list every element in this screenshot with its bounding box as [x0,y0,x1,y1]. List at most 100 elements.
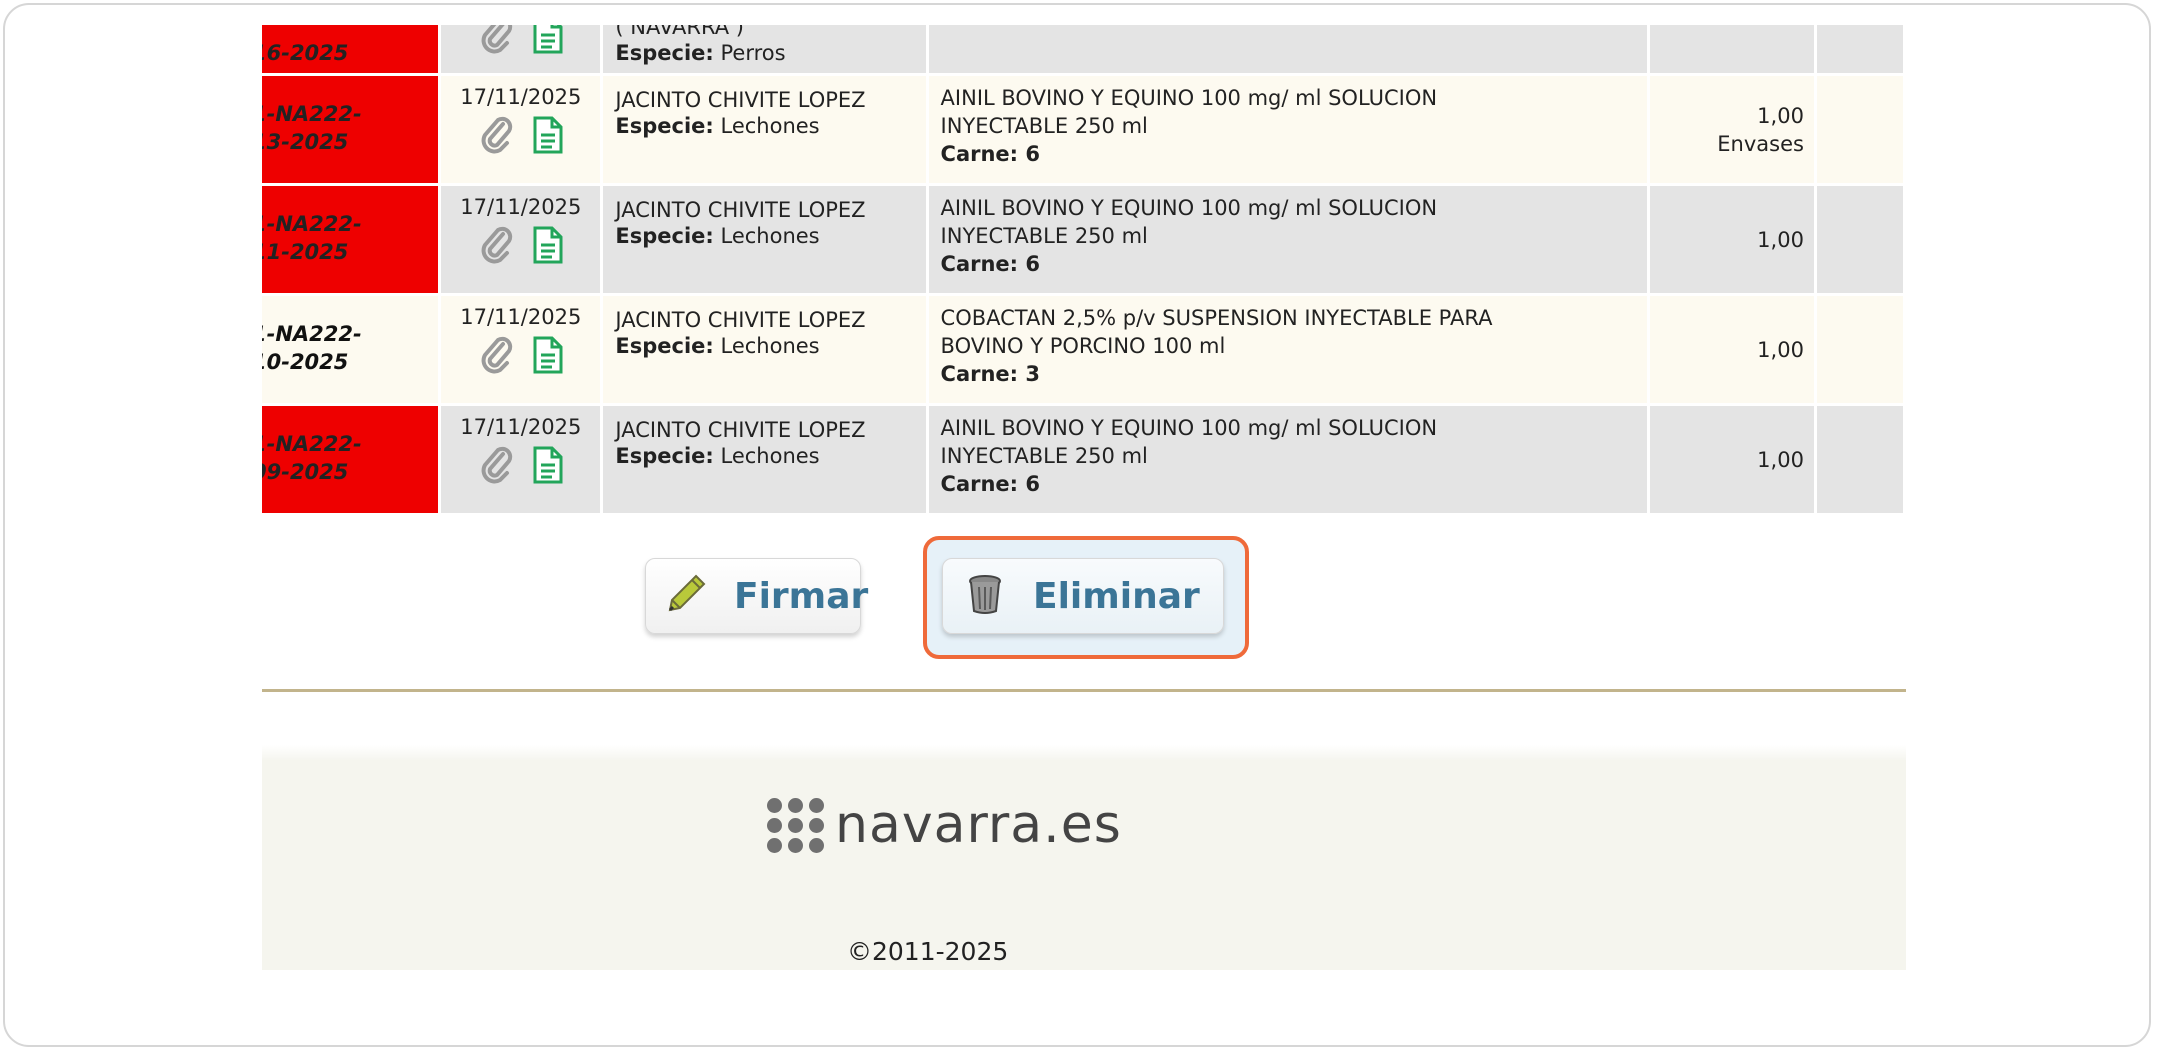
record-id-suffix[interactable]: 13-2025 [262,130,348,154]
owner-name: JACINTO CHIVITE LOPEZ [615,88,866,112]
medication-cell: AINIL BOVINO Y EQUINO 100 mg/ ml SOLUCIO… [928,76,1648,183]
table-row[interactable]: 1-NA222- 11-2025 17/11/2025 JACINTO CHIVI… [262,186,1903,293]
medication-name: AINIL BOVINO Y EQUINO 100 mg/ ml SOLUCIO… [940,86,1438,110]
copyright: ©2011-2025 [847,937,1009,966]
record-id-suffix[interactable]: 11-2025 [262,240,348,264]
record-id-cell[interactable]: 1-NA222- 11-2025 [262,186,439,293]
quantity-unit: Envases [1717,132,1804,156]
quantity-value: 1,00 [1757,104,1804,128]
table-row[interactable]: 1-NA222- 13-2025 17/11/2025 JACINTO CHIVI… [262,76,1903,183]
document-icon[interactable] [532,445,564,485]
record-id[interactable]: 16-2025 [262,25,438,67]
extra-cell [1816,186,1903,293]
medication-cell: COBACTAN 2,5% p/v SUSPENSION INYECTABLE … [928,296,1648,403]
date-cell: 17/11/2025 [441,186,601,293]
logo-text: navarra.es [835,795,1122,855]
owner-cell: JACINTO CHIVITE LOPEZ Especie: Lechones [603,76,926,183]
paperclip-icon[interactable] [478,335,514,375]
species-label: Especie: [615,114,714,138]
medication-name-cont: BOVINO Y PORCINO 100 ml [940,334,1226,358]
quantity-value: 1,00 [1757,338,1804,362]
record-id[interactable]: 1-NA222- [262,212,362,236]
document-icon[interactable] [532,335,564,375]
medication-name-cont: INYECTABLE 250 ml [940,444,1148,468]
footer [262,760,1906,970]
logo-dots-icon [767,797,825,853]
document-icon[interactable] [532,225,564,265]
medication-name: AINIL BOVINO Y EQUINO 100 mg/ ml SOLUCIO… [940,196,1438,220]
date-cell: 17/11/2025 [441,76,601,183]
extra-cell [1816,406,1903,513]
firmar-button-label: Firmar [734,575,869,617]
navarra-logo[interactable]: navarra.es [767,795,1122,855]
owner-name: ( NAVARRA ) [615,25,744,39]
paperclip-icon[interactable] [478,25,514,55]
page-content: 16-2025 ( NAVARRA ) [262,25,1906,970]
footer-fade [262,745,1906,761]
quantity-value: 1,00 [1757,448,1804,472]
quantity-cell: 1,00 [1650,296,1814,403]
pencil-icon [664,572,708,620]
quantity-cell: 1,00 [1650,186,1814,293]
owner-cell: JACINTO CHIVITE LOPEZ Especie: Lechones [603,406,926,513]
table-row[interactable]: 1-NA222- 10-2025 17/11/2025 JACINTO CHIVI… [262,296,1903,403]
eliminar-button[interactable]: Eliminar [942,558,1224,634]
quantity-cell [1650,25,1814,73]
document-icon[interactable] [532,115,564,155]
species-value: Lechones [720,444,820,468]
paperclip-icon[interactable] [478,115,514,155]
record-id[interactable]: 1-NA222- [262,432,362,456]
quantity-cell: 1,00 Envases [1650,76,1814,183]
medication-cell: AINIL BOVINO Y EQUINO 100 mg/ ml SOLUCIO… [928,406,1648,513]
section-divider [262,689,1906,692]
table-row[interactable]: 16-2025 ( NAVARRA ) [262,25,1903,73]
record-date: 17/11/2025 [460,415,582,439]
date-cell [441,25,601,73]
date-cell: 17/11/2025 [441,406,601,513]
medication-name-cont: INYECTABLE 250 ml [940,224,1148,248]
record-id-cell[interactable]: 1-NA222- 13-2025 [262,76,439,183]
record-id[interactable]: 1-NA222- [262,322,362,346]
species-value: Lechones [720,114,820,138]
trash-icon [967,573,1003,619]
owner-name: JACINTO CHIVITE LOPEZ [615,418,866,442]
paperclip-icon[interactable] [478,225,514,265]
date-cell: 17/11/2025 [441,296,601,403]
medication-name: COBACTAN 2,5% p/v SUSPENSION INYECTABLE … [940,306,1493,330]
species-value: Lechones [720,334,820,358]
species-value: Lechones [720,224,820,248]
firmar-button[interactable]: Firmar [645,558,868,634]
extra-cell [1816,296,1903,403]
extra-cell [1816,76,1903,183]
species-label: Especie: [615,41,714,65]
quantity-value: 1,00 [1757,228,1804,252]
owner-cell: ( NAVARRA ) Especie: Perros [603,25,926,73]
medication-cell: AINIL BOVINO Y EQUINO 100 mg/ ml SOLUCIO… [928,186,1648,293]
carne-withdrawal: Carne: 6 [940,472,1040,496]
medication-cell [928,25,1648,73]
owner-name: JACINTO CHIVITE LOPEZ [615,308,866,332]
carne-withdrawal: Carne: 6 [940,142,1040,166]
species-label: Especie: [615,444,714,468]
records-table: 16-2025 ( NAVARRA ) [262,25,1906,516]
owner-name: JACINTO CHIVITE LOPEZ [615,198,866,222]
paperclip-icon[interactable] [478,445,514,485]
table-row[interactable]: 1-NA222- 09-2025 17/11/2025 JACINTO CHIVI… [262,406,1903,513]
carne-withdrawal: Carne: 6 [940,252,1040,276]
record-id-suffix[interactable]: 09-2025 [262,460,348,484]
record-date: 17/11/2025 [460,85,582,109]
carne-withdrawal: Carne: 3 [940,362,1040,386]
species-value: Perros [720,41,786,65]
record-id-cell[interactable]: 16-2025 [262,25,439,73]
species-label: Especie: [615,334,714,358]
record-id[interactable]: 1-NA222- [262,102,362,126]
record-id-cell[interactable]: 1-NA222- 09-2025 [262,406,439,513]
quantity-cell: 1,00 [1650,406,1814,513]
record-id-cell[interactable]: 1-NA222- 10-2025 [262,296,439,403]
medication-name-cont: INYECTABLE 250 ml [940,114,1148,138]
owner-cell: JACINTO CHIVITE LOPEZ Especie: Lechones [603,186,926,293]
extra-cell [1816,25,1903,73]
document-icon[interactable] [532,25,564,55]
window-frame: 16-2025 ( NAVARRA ) [3,3,2151,1047]
record-id-suffix[interactable]: 10-2025 [262,350,348,374]
